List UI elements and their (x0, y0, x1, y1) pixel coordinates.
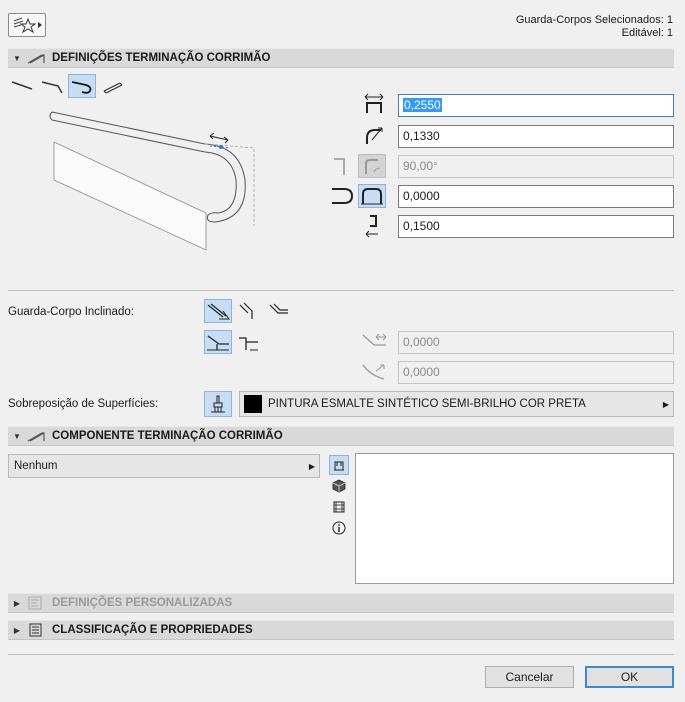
divider (8, 290, 674, 291)
section-component-header[interactable]: ▼ COMPONENTE TERMINAÇÃO CORRIMÃO (8, 426, 674, 446)
section-termination-header[interactable]: ▼ DEFINIÇÕES TERMINAÇÃO CORRIMÃO (8, 48, 674, 68)
info-button[interactable] (329, 518, 349, 538)
paint-brush-icon (211, 395, 225, 413)
offset-input[interactable]: 0,0000 (398, 185, 674, 208)
slope-length-icon (362, 333, 387, 346)
angle-icon (365, 159, 381, 174)
drop-icon (365, 215, 378, 238)
surface-label: Sobreposição de Superfícies: (8, 398, 159, 410)
end-straight-icon (11, 81, 33, 90)
surface-dropdown[interactable]: PINTURA ESMALTE SINTÉTICO SEMI-BRILHO CO… (239, 391, 674, 417)
inclined-option-1-button[interactable] (204, 299, 232, 323)
surface-override-button[interactable] (204, 391, 232, 417)
section-classification-header[interactable]: ▶ CLASSIFICAÇÃO E PROPRIEDADES (8, 620, 674, 640)
dropdown-arrow-icon: ▶ (662, 399, 669, 409)
radius-icon (366, 127, 383, 144)
end-type-straight-button[interactable] (8, 74, 36, 98)
expand-arrow-icon: ▶ (13, 625, 21, 635)
offset-open-icon (332, 188, 354, 204)
footer-divider (8, 654, 674, 655)
film-strip-icon (333, 501, 345, 513)
railing-end-icon (27, 54, 45, 64)
dropdown-arrow-icon: ▶ (308, 461, 315, 471)
slope-offset-input: 0,0000 (398, 361, 674, 384)
cancel-button[interactable]: Cancelar (485, 666, 574, 688)
selected-count: Guarda-Corpos Selecionados: 1 (515, 14, 673, 26)
end-bent-icon (41, 81, 63, 94)
length-icon (364, 93, 384, 113)
section-termination-title: DEFINIÇÕES TERMINAÇÃO CORRIMÃO (52, 52, 271, 64)
stair-option-2-button[interactable] (234, 330, 262, 354)
section-component-title: COMPONENTE TERMINAÇÃO CORRIMÃO (52, 430, 283, 442)
document-list-icon (29, 623, 42, 637)
end-type-bent-button[interactable] (38, 74, 66, 98)
favorites-button[interactable] (8, 13, 46, 37)
end-loop-icon (71, 81, 92, 94)
angle-input: 90,00° (398, 155, 674, 178)
slope-offset-icon (362, 364, 385, 380)
inclined-vertical-cut-icon (207, 303, 230, 320)
offset-mode-button[interactable] (358, 184, 386, 208)
selection-info: Guarda-Corpos Selecionados: 1 Editável: … (516, 14, 673, 40)
inclined-label: Guarda-Corpo Inclinado: (8, 306, 134, 318)
end-type-loop-button[interactable] (68, 74, 96, 98)
editable-count: Editável: 1 (621, 27, 673, 39)
drop-input[interactable]: 0,1500 (398, 215, 674, 238)
component-preview (355, 453, 674, 584)
collapse-arrow-icon: ▼ (13, 431, 21, 441)
ok-button[interactable]: OK (585, 666, 674, 688)
component-dropdown[interactable]: Nenhum ▶ (8, 454, 320, 478)
section-custom-title: DEFINIÇÕES PERSONALIZADAS (52, 597, 233, 609)
plan-view-button[interactable] (329, 455, 349, 475)
section-custom-header[interactable]: ▶ DEFINIÇÕES PERSONALIZADAS (8, 593, 674, 613)
slope-length-input: 0,0000 (398, 331, 674, 354)
collapse-arrow-icon: ▼ (13, 53, 21, 63)
custom-settings-icon (28, 596, 42, 610)
info-icon (332, 521, 346, 535)
inclined-option-3-button[interactable] (264, 299, 292, 323)
expand-arrow-icon: ▶ (13, 598, 21, 608)
end-flat-icon (103, 82, 123, 94)
radius-input[interactable]: 0,1330 (398, 125, 674, 148)
section-view-button[interactable] (329, 497, 349, 517)
inclined-option-2-button[interactable] (234, 299, 262, 323)
offset-closed-icon (361, 188, 383, 205)
3d-view-button[interactable] (329, 476, 349, 496)
termination-preview-image (49, 111, 255, 251)
angle-mode-button[interactable] (358, 154, 386, 178)
stair-option-1-button[interactable] (204, 330, 232, 354)
surface-value: PINTURA ESMALTE SINTÉTICO SEMI-BRILHO CO… (268, 398, 586, 410)
surface-swatch (244, 395, 262, 413)
plan-view-icon (334, 461, 344, 471)
component-value: Nenhum (14, 460, 58, 472)
favorites-star-icon (13, 17, 42, 34)
railing-end-icon (27, 432, 45, 442)
inclined-plumb-icon (239, 302, 253, 319)
angle-bend-icon (334, 158, 345, 175)
cube-icon (332, 479, 346, 493)
end-type-flat-button[interactable] (98, 74, 126, 98)
section-classification-title: CLASSIFICAÇÃO E PROPRIEDADES (52, 624, 253, 636)
stair-flat-icon (239, 337, 258, 351)
inclined-horizontal-icon (269, 303, 288, 314)
stair-slope-icon (207, 335, 229, 351)
length-input[interactable]: 0,2550 (398, 94, 674, 117)
